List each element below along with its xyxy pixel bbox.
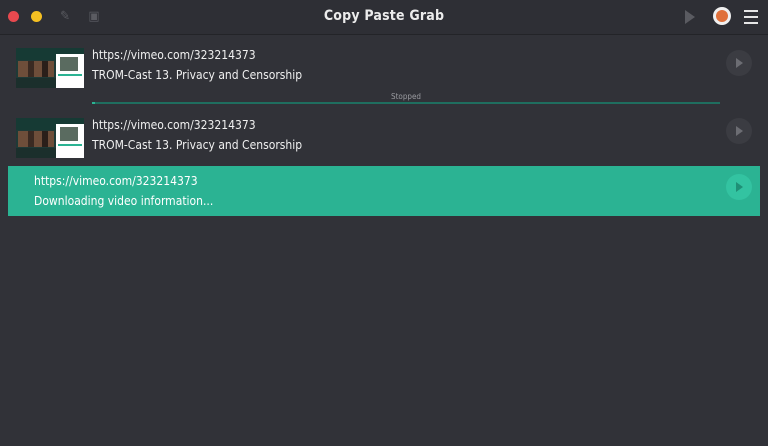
video-url: https://vimeo.com/323214373 — [92, 48, 256, 62]
download-item-selected[interactable]: https://vimeo.com/323214373 Downloading … — [8, 166, 760, 216]
download-item[interactable]: https://vimeo.com/323214373 TROM-Cast 13… — [8, 38, 760, 108]
progress-bar — [92, 102, 720, 104]
play-button[interactable] — [726, 174, 752, 200]
progress-bar-fill — [92, 102, 95, 104]
download-status: Stopped — [391, 92, 421, 101]
window-title: Copy Paste Grab — [323, 8, 445, 24]
menu-icon[interactable] — [744, 10, 758, 28]
download-list: https://vimeo.com/323214373 TROM-Cast 13… — [8, 36, 760, 436]
download-item[interactable]: https://vimeo.com/323214373 TROM-Cast 13… — [8, 108, 760, 164]
video-url: https://vimeo.com/323214373 — [92, 118, 256, 132]
avatar-icon[interactable] — [713, 7, 731, 25]
video-url: https://vimeo.com/323214373 — [34, 174, 198, 188]
video-title: TROM-Cast 13. Privacy and Censorship — [92, 138, 303, 152]
play-button[interactable] — [726, 118, 752, 144]
title-bar: ✎ ▣ Copy Paste Grab — [0, 0, 768, 35]
video-thumbnail — [16, 48, 84, 88]
app-window: ✎ ▣ Copy Paste Grab https://vimeo.com/32… — [0, 0, 768, 446]
video-title: TROM-Cast 13. Privacy and Censorship — [92, 68, 303, 82]
play-button[interactable] — [726, 50, 752, 76]
video-thumbnail — [16, 118, 84, 158]
play-icon[interactable] — [685, 10, 695, 24]
download-status-text: Downloading video information... — [34, 194, 214, 208]
